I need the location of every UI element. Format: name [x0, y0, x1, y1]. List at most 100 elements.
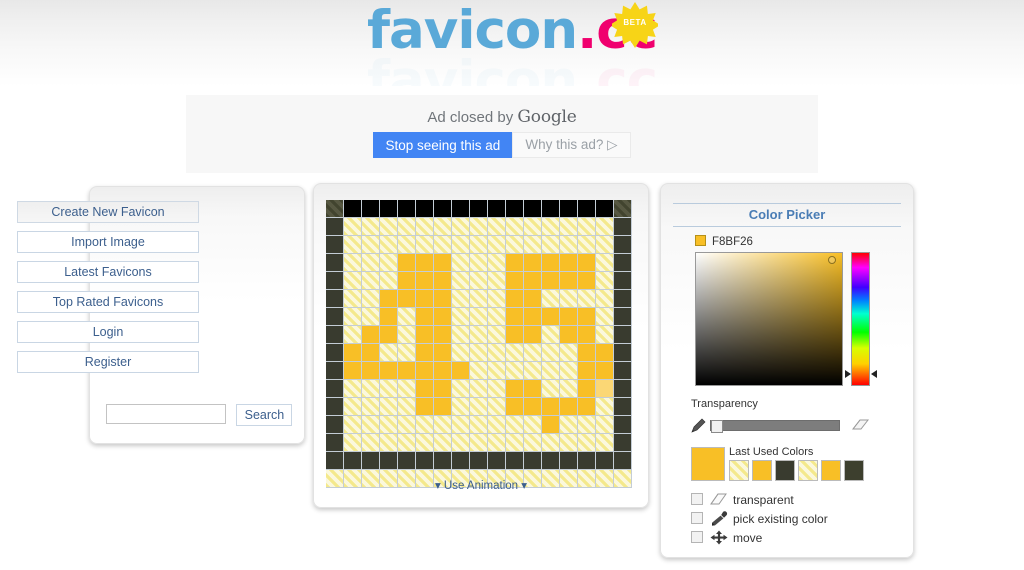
pixel-cell[interactable]	[488, 344, 506, 362]
pixel-cell[interactable]	[470, 380, 488, 398]
pixel-cell[interactable]	[326, 452, 344, 470]
pixel-cell[interactable]	[398, 326, 416, 344]
pixel-cell[interactable]	[470, 236, 488, 254]
pixel-cell[interactable]	[488, 290, 506, 308]
pixel-cell[interactable]	[560, 326, 578, 344]
pixel-cell[interactable]	[560, 218, 578, 236]
hue-strip[interactable]	[851, 252, 870, 386]
pixel-cell[interactable]	[398, 236, 416, 254]
pixel-cell[interactable]	[452, 380, 470, 398]
pixel-cell[interactable]	[560, 254, 578, 272]
pixel-cell[interactable]	[452, 398, 470, 416]
last-used-color-swatch[interactable]	[844, 460, 864, 481]
transparent-label[interactable]: transparent	[733, 493, 794, 507]
pixel-cell[interactable]	[380, 272, 398, 290]
pixel-cell[interactable]	[542, 344, 560, 362]
pixel-cell[interactable]	[506, 326, 524, 344]
menu-item-create-new-favicon[interactable]: Create New Favicon	[17, 201, 199, 223]
pixel-cell[interactable]	[578, 272, 596, 290]
pixel-cell[interactable]	[578, 326, 596, 344]
pixel-cell[interactable]	[452, 290, 470, 308]
pixel-cell[interactable]	[344, 236, 362, 254]
pixel-cell[interactable]	[434, 380, 452, 398]
pixel-cell[interactable]	[470, 272, 488, 290]
pixel-cell[interactable]	[560, 362, 578, 380]
pixel-cell[interactable]	[596, 362, 614, 380]
pixel-cell[interactable]	[434, 452, 452, 470]
pixel-cell[interactable]	[542, 218, 560, 236]
pixel-cell[interactable]	[416, 344, 434, 362]
pixel-cell[interactable]	[434, 200, 452, 218]
pixel-cell[interactable]	[344, 380, 362, 398]
pixel-cell[interactable]	[488, 236, 506, 254]
pixel-cell[interactable]	[524, 398, 542, 416]
pixel-cell[interactable]	[488, 416, 506, 434]
pixel-cell[interactable]	[398, 290, 416, 308]
pixel-cell[interactable]	[560, 200, 578, 218]
pixel-cell[interactable]	[380, 200, 398, 218]
menu-item-register[interactable]: Register	[17, 351, 199, 373]
pixel-cell[interactable]	[488, 362, 506, 380]
pixel-cell[interactable]	[416, 398, 434, 416]
pixel-cell[interactable]	[434, 236, 452, 254]
pixel-cell[interactable]	[542, 380, 560, 398]
pixel-cell[interactable]	[596, 272, 614, 290]
pixel-cell[interactable]	[524, 434, 542, 452]
pixel-cell[interactable]	[380, 308, 398, 326]
pixel-cell[interactable]	[506, 416, 524, 434]
pixel-cell[interactable]	[398, 362, 416, 380]
pixel-cell[interactable]	[506, 272, 524, 290]
pixel-cell[interactable]	[416, 290, 434, 308]
pixel-cell[interactable]	[596, 398, 614, 416]
pixel-cell[interactable]	[614, 362, 632, 380]
pixel-cell[interactable]	[380, 290, 398, 308]
pixel-cell[interactable]	[524, 416, 542, 434]
pixel-cell[interactable]	[452, 452, 470, 470]
pixel-cell[interactable]	[542, 362, 560, 380]
pixel-cell[interactable]	[506, 200, 524, 218]
pixel-cell[interactable]	[452, 272, 470, 290]
pixel-cell[interactable]	[506, 344, 524, 362]
pixel-cell[interactable]	[416, 326, 434, 344]
pixel-cell[interactable]	[470, 452, 488, 470]
pixel-cell[interactable]	[614, 272, 632, 290]
pixel-cell[interactable]	[614, 380, 632, 398]
pixel-cell[interactable]	[380, 434, 398, 452]
pixel-cell[interactable]	[398, 308, 416, 326]
pixel-cell[interactable]	[542, 254, 560, 272]
pixel-cell[interactable]	[614, 218, 632, 236]
why-this-ad-button[interactable]: Why this ad? ▷	[512, 132, 631, 158]
pixel-cell[interactable]	[362, 290, 380, 308]
pixel-cell[interactable]	[362, 380, 380, 398]
pixel-cell[interactable]	[596, 434, 614, 452]
pixel-cell[interactable]	[524, 362, 542, 380]
pixel-cell[interactable]	[614, 290, 632, 308]
last-used-color-swatch[interactable]	[775, 460, 795, 481]
pixel-cell[interactable]	[596, 344, 614, 362]
move-label[interactable]: move	[733, 531, 762, 545]
pixel-cell[interactable]	[596, 254, 614, 272]
pixel-cell[interactable]	[560, 272, 578, 290]
pixel-cell[interactable]	[560, 344, 578, 362]
pixel-cell[interactable]	[524, 308, 542, 326]
pixel-cell[interactable]	[398, 434, 416, 452]
pixel-cell[interactable]	[416, 272, 434, 290]
pixel-cell[interactable]	[578, 254, 596, 272]
pixel-cell[interactable]	[326, 308, 344, 326]
pixel-cell[interactable]	[614, 236, 632, 254]
pixel-cell[interactable]	[362, 362, 380, 380]
pixel-cell[interactable]	[362, 308, 380, 326]
pixel-cell[interactable]	[344, 452, 362, 470]
pixel-cell[interactable]	[398, 344, 416, 362]
last-used-color-swatch[interactable]	[729, 460, 749, 481]
pixel-cell[interactable]	[524, 290, 542, 308]
pixel-cell[interactable]	[506, 236, 524, 254]
pixel-cell[interactable]	[506, 380, 524, 398]
pixel-cell[interactable]	[470, 326, 488, 344]
pixel-cell[interactable]	[488, 380, 506, 398]
pixel-cell[interactable]	[344, 344, 362, 362]
pixel-cell[interactable]	[452, 218, 470, 236]
pixel-cell[interactable]	[614, 200, 632, 218]
pixel-cell[interactable]	[524, 452, 542, 470]
pixel-canvas-grid[interactable]	[326, 200, 632, 488]
